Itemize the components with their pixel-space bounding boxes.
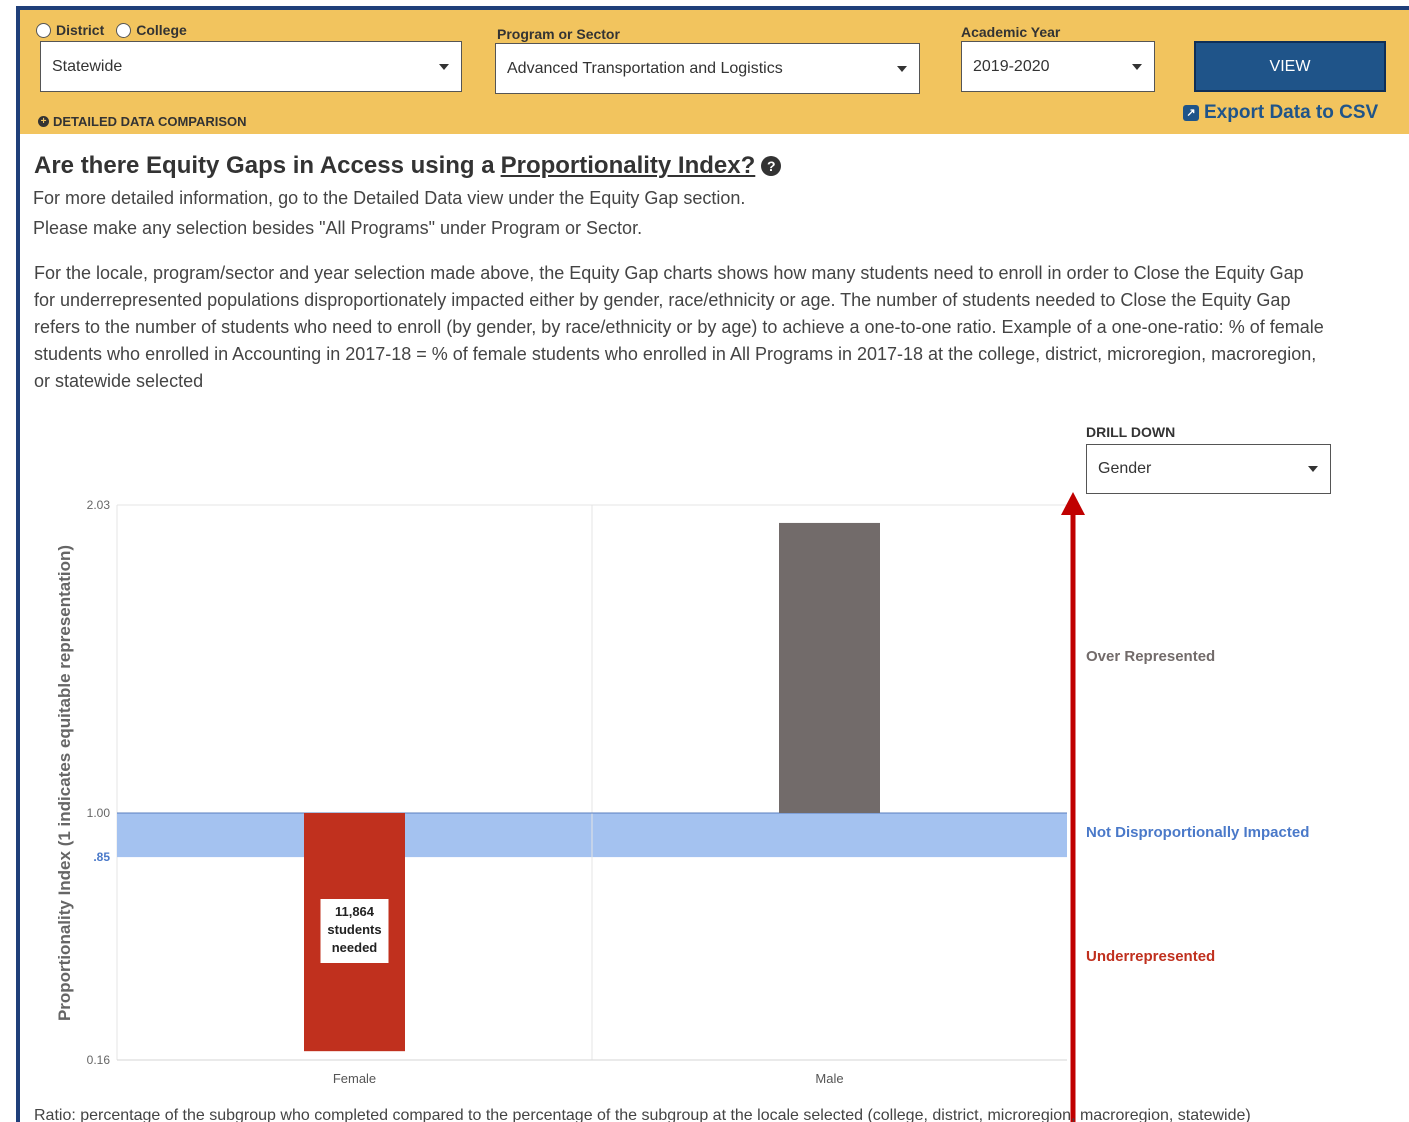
bar-data-label: needed [332, 940, 378, 955]
bar-data-label: students [327, 922, 381, 937]
y-tick-label: .85 [93, 850, 110, 864]
ratio-footnote: Ratio: percentage of the subgroup who co… [34, 1107, 1251, 1122]
annotation-arrow-head-icon [1061, 492, 1085, 515]
bar-data-label: 11,864 [335, 904, 375, 919]
bar-male [779, 522, 880, 813]
x-tick-label: Male [815, 1071, 843, 1086]
zone-label: Not Disproportionally Impacted [1086, 824, 1309, 841]
page-frame: District College Statewide Program or Se… [16, 6, 1409, 1122]
x-tick-label: Female [333, 1071, 376, 1086]
y-tick-label: 2.03 [87, 498, 111, 512]
zone-label: Over Represented [1086, 648, 1215, 665]
y-tick-label: 0.16 [87, 1053, 111, 1067]
zone-label: Underrepresented [1086, 948, 1215, 965]
y-tick-label: 1.00 [87, 806, 111, 820]
y-axis-title: Proportionality Index (1 indicates equit… [55, 545, 74, 1021]
proportionality-chart: Female 11,864 students needed Male 2.03 1.00 .8… [55, 492, 1309, 1122]
